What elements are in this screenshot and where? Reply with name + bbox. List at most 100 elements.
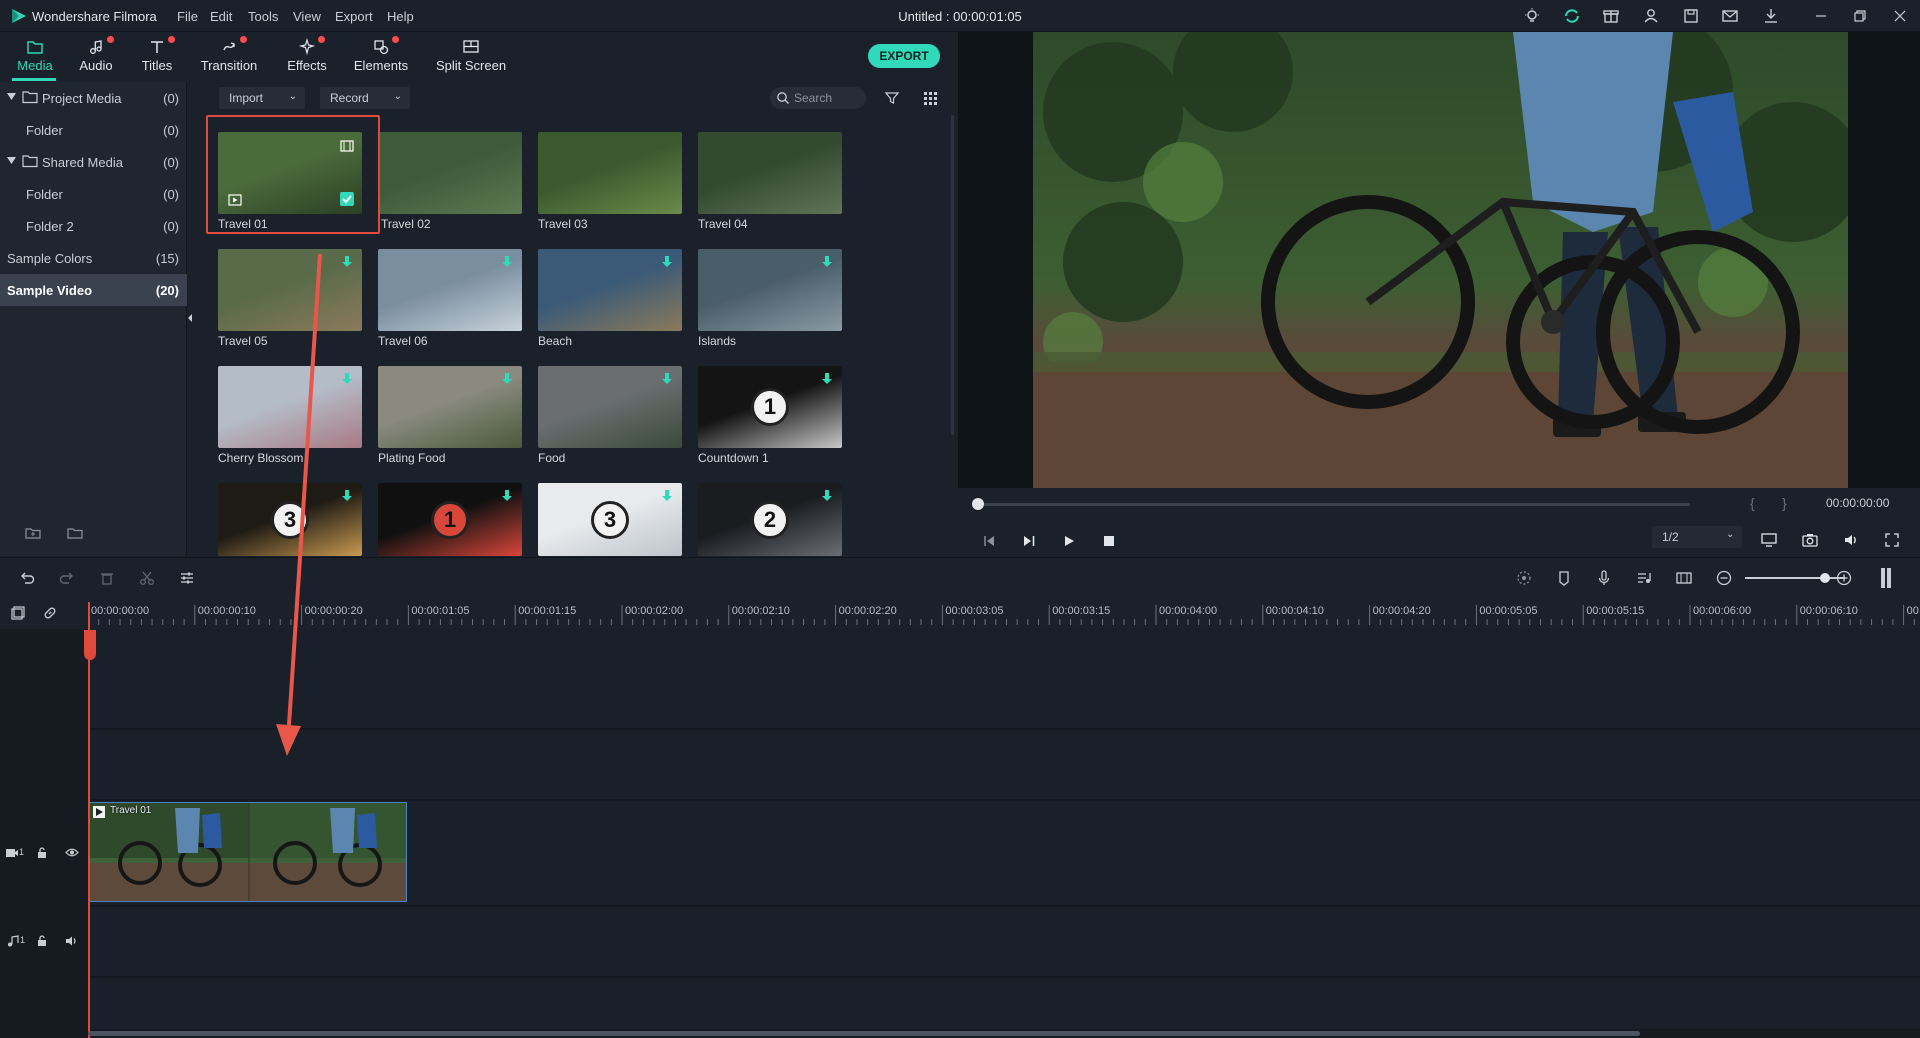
microphone-icon[interactable] [1595,569,1613,587]
render-preview-icon[interactable] [1515,569,1533,587]
sync-icon[interactable] [1562,6,1582,26]
monitor-icon[interactable] [1760,531,1778,549]
timeline-horizontal-scrollbar[interactable] [88,1031,1640,1036]
timeline-video-clip[interactable]: Travel 01 [89,802,407,902]
volume-icon[interactable] [1842,531,1860,549]
download-arrow-icon[interactable] [340,372,354,386]
zoom-slider-knob[interactable] [1820,573,1830,583]
mark-in-icon[interactable]: { [1750,495,1755,511]
media-scrollbar[interactable] [951,115,954,435]
media-item[interactable]: 1 Countdown 1 [698,366,842,470]
zoom-in-icon[interactable] [1835,569,1853,587]
filter-icon[interactable] [884,90,900,106]
download-arrow-icon[interactable] [660,372,674,386]
adjust-settings-icon[interactable] [178,569,196,587]
play-pause-toggle-icon[interactable] [1022,534,1036,548]
folder-outline-icon[interactable] [66,524,84,542]
zoom-slider-track[interactable] [1745,577,1845,579]
export-button[interactable]: EXPORT [868,44,940,68]
download-arrow-icon[interactable] [660,489,674,503]
library-item-sample-video[interactable]: Sample Video (20) [0,274,187,306]
media-item[interactable]: Travel 06 [378,249,522,353]
tab-titles[interactable]: Titles [117,34,197,78]
media-thumbnail[interactable]: 2 [698,483,842,556]
playhead-handle[interactable] [84,630,96,660]
download-arrow-icon[interactable] [820,372,834,386]
stop-icon[interactable] [1102,534,1116,548]
timeline-ruler[interactable]: 00:00:00:00 00:00:00:10 00:00:00:20 00:00:0… [88,597,1920,629]
minimize-icon[interactable] [1811,6,1831,26]
library-item-project-media[interactable]: Project Media (0) [0,82,187,114]
new-folder-icon[interactable] [24,524,42,542]
fullscreen-icon[interactable] [1883,531,1901,549]
mark-out-icon[interactable]: } [1782,495,1787,511]
library-item-folder-2[interactable]: Folder 2 (0) [0,210,187,242]
zoom-out-icon[interactable] [1715,569,1733,587]
download-arrow-icon[interactable] [500,372,514,386]
media-thumbnail[interactable]: 1 [378,483,522,556]
library-item-folder[interactable]: Folder (0) [0,114,187,146]
media-thumbnail[interactable] [538,132,682,214]
voiceover-list-icon[interactable] [1635,569,1653,587]
media-item[interactable]: Food [538,366,682,470]
close-icon[interactable] [1890,6,1910,26]
preview-quality-dropdown[interactable]: 1/2 ⌄ [1652,526,1742,548]
speaker-icon[interactable] [65,935,78,947]
download-arrow-icon[interactable] [340,255,354,269]
cut-scissors-icon[interactable] [138,569,156,587]
undo-icon[interactable] [18,569,36,587]
snapshot-frame-icon[interactable] [1675,569,1693,587]
media-thumbnail[interactable] [378,132,522,214]
mail-icon[interactable] [1720,6,1740,26]
preview-progress-track[interactable] [978,503,1690,506]
collapse-sidebar-icon[interactable] [186,312,194,324]
previous-frame-icon[interactable] [982,534,996,548]
tab-elements[interactable]: Elements [341,34,421,78]
marker-shield-icon[interactable] [1555,569,1573,587]
lock-icon[interactable] [36,846,48,859]
search-input[interactable]: Search [770,87,866,109]
media-item[interactable]: Islands [698,249,842,353]
link-chain-icon[interactable] [42,605,58,621]
expand-triangle-icon[interactable] [7,92,16,101]
media-thumbnail[interactable] [698,132,842,214]
download-icon[interactable] [1761,6,1781,26]
menu-edit[interactable]: Edit [210,9,232,24]
eye-visibility-icon[interactable] [65,847,79,858]
media-item[interactable]: Plating Food [378,366,522,470]
media-item[interactable]: Beach [538,249,682,353]
media-thumbnail[interactable]: 3 [538,483,682,556]
media-thumbnail[interactable] [538,366,682,448]
menu-file[interactable]: File [177,9,198,24]
library-item-sample-colors[interactable]: Sample Colors (15) [0,242,187,274]
gift-icon[interactable] [1601,6,1621,26]
download-arrow-icon[interactable] [340,489,354,503]
media-thumbnail[interactable] [698,249,842,331]
menu-tools[interactable]: Tools [248,9,278,24]
grid-view-icon[interactable] [922,90,938,106]
record-dropdown[interactable]: Record ⌄ [320,87,410,109]
media-item[interactable]: 1 [378,483,522,556]
media-item[interactable]: 2 [698,483,842,556]
download-arrow-icon[interactable] [820,255,834,269]
delete-trash-icon[interactable] [98,569,116,587]
snapshot-camera-icon[interactable] [1801,531,1819,549]
media-thumbnail[interactable] [538,249,682,331]
library-item-folder[interactable]: Folder (0) [0,178,187,210]
account-icon[interactable] [1641,6,1661,26]
play-icon[interactable] [1062,534,1076,548]
media-thumbnail[interactable]: 1 [698,366,842,448]
media-item[interactable]: Travel 02 [378,132,522,236]
media-thumbnail[interactable] [378,366,522,448]
download-arrow-icon[interactable] [660,255,674,269]
preview-progress-knob[interactable] [972,498,984,510]
redo-icon[interactable] [58,569,76,587]
media-thumbnail[interactable] [378,249,522,331]
media-item[interactable]: 3 [538,483,682,556]
expand-triangle-icon[interactable] [7,156,16,165]
media-item[interactable]: Travel 03 [538,132,682,236]
add-track-icon[interactable] [10,605,26,621]
tab-transition[interactable]: Transition [189,34,269,78]
timeline-pause-icon[interactable] [1880,567,1892,589]
download-arrow-icon[interactable] [500,489,514,503]
